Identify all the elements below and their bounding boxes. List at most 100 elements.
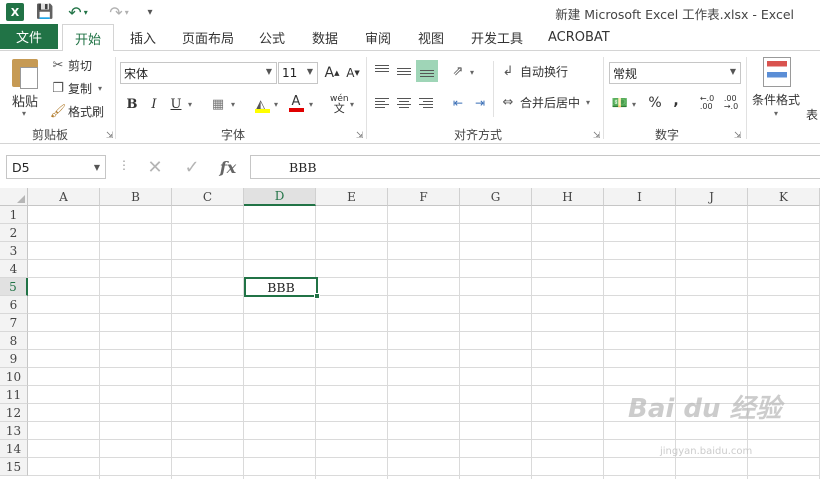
- format-as-table-button[interactable]: 表: [806, 106, 818, 123]
- row-header-2[interactable]: 2: [0, 224, 28, 242]
- copy-button[interactable]: ❐ 复制 ▾: [50, 80, 102, 97]
- column-header-j[interactable]: J: [676, 188, 748, 206]
- row-header-10[interactable]: 10: [0, 368, 28, 386]
- column-header-f[interactable]: F: [388, 188, 460, 206]
- percent-button[interactable]: %: [645, 93, 665, 113]
- column-header-b[interactable]: B: [100, 188, 172, 206]
- increase-indent-icon[interactable]: ⇥: [470, 93, 490, 113]
- column-header-h[interactable]: H: [532, 188, 604, 206]
- border-icon[interactable]: ▦: [208, 94, 228, 114]
- format-painter-button[interactable]: 🖌 格式刷: [50, 103, 104, 120]
- paste-dropdown-icon[interactable]: ▾: [22, 109, 26, 118]
- column-header-i[interactable]: I: [604, 188, 676, 206]
- tab-acrobat[interactable]: ACROBAT: [546, 24, 612, 50]
- column-header-e[interactable]: E: [316, 188, 388, 206]
- customize-quick-access-icon[interactable]: ▾: [143, 3, 157, 21]
- wrap-text-button[interactable]: ↲ 自动换行: [500, 63, 568, 80]
- chevron-down-icon[interactable]: ▼: [94, 163, 100, 172]
- redo-icon[interactable]: ↷ ▾: [107, 3, 131, 22]
- merge-dropdown-icon[interactable]: ▾: [586, 98, 590, 107]
- column-header-k[interactable]: K: [748, 188, 820, 206]
- row-header-6[interactable]: 6: [0, 296, 28, 314]
- row-header-4[interactable]: 4: [0, 260, 28, 278]
- align-right-icon[interactable]: [416, 93, 436, 113]
- phonetic-dropdown-icon[interactable]: ▾: [350, 100, 354, 109]
- row-header-5[interactable]: 5: [0, 278, 28, 296]
- copy-dropdown-icon[interactable]: ▾: [98, 84, 102, 93]
- cancel-icon[interactable]: ✕: [141, 155, 169, 179]
- font-name-combo[interactable]: 宋体 ▼: [120, 62, 277, 84]
- underline-dropdown-icon[interactable]: ▾: [188, 100, 192, 109]
- increase-decimal-icon[interactable]: ←.0.00: [696, 93, 718, 113]
- chevron-down-icon[interactable]: ▼: [307, 67, 313, 76]
- bold-button[interactable]: B: [122, 94, 142, 114]
- column-header-a[interactable]: A: [28, 188, 100, 206]
- accounting-format-icon[interactable]: 💵: [610, 93, 630, 113]
- merge-center-button[interactable]: ⇔ 合并后居中 ▾: [500, 94, 590, 111]
- column-header-c[interactable]: C: [172, 188, 244, 206]
- font-size-combo[interactable]: 11 ▼: [278, 62, 318, 84]
- font-color-button[interactable]: A: [286, 93, 306, 113]
- tab-formulas[interactable]: 公式: [257, 24, 287, 50]
- resize-handle-icon[interactable]: ⋮: [118, 158, 130, 172]
- align-bottom-icon[interactable]: [416, 60, 438, 82]
- alignment-launcher-icon[interactable]: ⇲: [593, 131, 601, 141]
- column-header-g[interactable]: G: [460, 188, 532, 206]
- tab-data[interactable]: 数据: [310, 24, 340, 50]
- paste-button[interactable]: 粘贴: [12, 91, 38, 110]
- row-header-15[interactable]: 15: [0, 458, 28, 476]
- tab-file[interactable]: 文件: [0, 24, 58, 49]
- tab-insert[interactable]: 插入: [128, 24, 158, 50]
- clipboard-launcher-icon[interactable]: ⇲: [106, 131, 114, 141]
- fill-handle[interactable]: [314, 293, 320, 299]
- chevron-down-icon[interactable]: ▼: [730, 67, 736, 76]
- insert-function-button[interactable]: fx: [214, 155, 242, 179]
- fill-color-icon[interactable]: ◭: [252, 94, 272, 114]
- tab-home[interactable]: 开始: [62, 24, 115, 51]
- fill-color-dropdown-icon[interactable]: ▾: [274, 100, 278, 109]
- row-header-3[interactable]: 3: [0, 242, 28, 260]
- align-top-icon[interactable]: [372, 61, 392, 81]
- number-launcher-icon[interactable]: ⇲: [734, 131, 742, 141]
- font-color-dropdown-icon[interactable]: ▾: [309, 100, 313, 109]
- accounting-dropdown-icon[interactable]: ▾: [632, 100, 636, 109]
- active-cell-d5[interactable]: BBB: [244, 277, 318, 297]
- grow-font-button[interactable]: A ▲: [322, 63, 342, 83]
- tab-page-layout[interactable]: 页面布局: [180, 24, 236, 50]
- shrink-font-button[interactable]: A ▼: [343, 63, 363, 83]
- align-middle-icon[interactable]: [394, 61, 414, 81]
- orientation-icon[interactable]: ⇗: [448, 61, 468, 81]
- orientation-dropdown-icon[interactable]: ▾: [470, 68, 474, 77]
- align-left-icon[interactable]: [372, 93, 392, 113]
- tab-review[interactable]: 审阅: [363, 24, 393, 50]
- comma-style-button[interactable]: ,: [666, 91, 686, 111]
- row-header-9[interactable]: 9: [0, 350, 28, 368]
- column-header-d[interactable]: D: [244, 188, 316, 206]
- phonetic-guide-button[interactable]: wén 文: [330, 94, 349, 114]
- decrease-decimal-icon[interactable]: .00 →.0: [720, 93, 742, 113]
- tab-developer[interactable]: 开发工具: [469, 24, 525, 50]
- underline-button[interactable]: U: [166, 94, 186, 114]
- row-header-13[interactable]: 13: [0, 422, 28, 440]
- formula-input[interactable]: BBB: [250, 155, 820, 179]
- row-header-14[interactable]: 14: [0, 440, 28, 458]
- name-box[interactable]: D5 ▼: [6, 155, 106, 179]
- cut-button[interactable]: ✂ 剪切: [50, 57, 92, 74]
- number-format-combo[interactable]: 常规 ▼: [609, 62, 741, 84]
- select-all-button[interactable]: [0, 188, 28, 206]
- row-header-8[interactable]: 8: [0, 332, 28, 350]
- align-center-icon[interactable]: [394, 93, 414, 113]
- chevron-down-icon[interactable]: ▼: [266, 67, 272, 76]
- paste-icon[interactable]: [12, 59, 38, 89]
- enter-icon[interactable]: ✓: [178, 155, 206, 179]
- row-header-12[interactable]: 12: [0, 404, 28, 422]
- row-header-1[interactable]: 1: [0, 206, 28, 224]
- conditional-formatting-icon[interactable]: [763, 57, 791, 87]
- italic-button[interactable]: I: [144, 94, 164, 114]
- undo-icon[interactable]: ↶ ▾: [66, 3, 90, 22]
- decrease-indent-icon[interactable]: ⇤: [448, 93, 468, 113]
- row-header-7[interactable]: 7: [0, 314, 28, 332]
- font-launcher-icon[interactable]: ⇲: [356, 131, 364, 141]
- border-dropdown-icon[interactable]: ▾: [231, 100, 235, 109]
- row-header-11[interactable]: 11: [0, 386, 28, 404]
